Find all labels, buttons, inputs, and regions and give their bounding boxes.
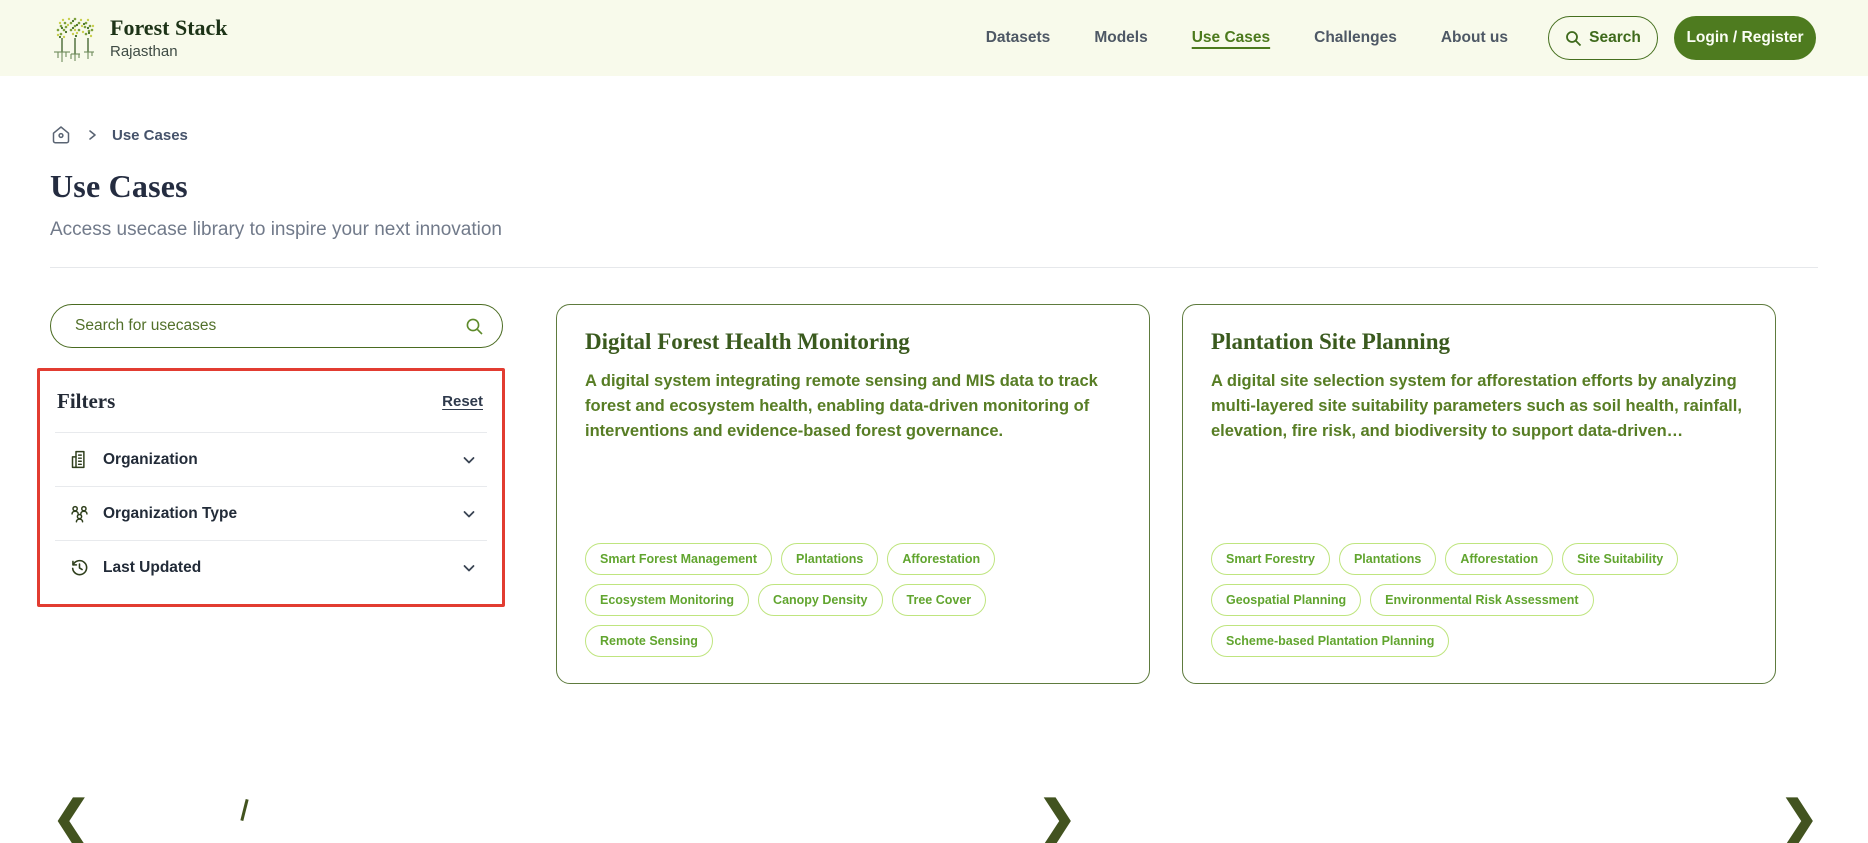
tag-pill[interactable]: Afforestation	[887, 543, 995, 575]
home-icon[interactable]	[50, 124, 72, 146]
search-icon	[1565, 30, 1582, 47]
org-type-icon	[69, 503, 90, 524]
login-register-label: Login / Register	[1686, 29, 1803, 47]
tag-pill[interactable]: Geospatial Planning	[1211, 584, 1361, 616]
tag-pill[interactable]: Canopy Density	[758, 584, 882, 616]
search-input-icon[interactable]	[465, 317, 484, 336]
brand-subtitle: Rajasthan	[110, 43, 228, 60]
nav-link-challenges[interactable]: Challenges	[1314, 29, 1397, 47]
section-divider	[50, 267, 1818, 268]
breadcrumb-chevron-icon	[86, 129, 98, 141]
breadcrumb: Use Cases	[50, 124, 1818, 146]
usecase-card-description: A digital site selection system for affo…	[1211, 369, 1747, 444]
nav-link-use-cases[interactable]: Use Cases	[1192, 29, 1270, 47]
filters-panel-highlighted: Filters Reset Organization Organization T…	[37, 368, 505, 607]
tag-pill[interactable]: Ecosystem Monitoring	[585, 584, 749, 616]
chevron-down-icon	[461, 452, 477, 468]
filter-accordion-organization[interactable]: Organization	[55, 433, 487, 487]
tag-pill[interactable]: Tree Cover	[892, 584, 987, 616]
tag-pill[interactable]: Scheme-based Plantation Planning	[1211, 625, 1449, 657]
usecase-card[interactable]: Plantation Site Planning A digital site s…	[1182, 304, 1776, 684]
filter-label: Last Updated	[103, 559, 448, 577]
usecase-card[interactable]: Digital Forest Health Monitoring A digita…	[556, 304, 1150, 684]
usecase-search-input[interactable]	[75, 317, 465, 335]
forest-stack-logo-icon	[52, 12, 98, 64]
usecase-card-description: A digital system integrating remote sens…	[585, 369, 1121, 444]
tag-pill[interactable]: Environmental Risk Assessment	[1370, 584, 1593, 616]
carousel-next-arrow-partial[interactable]	[240, 799, 248, 821]
nav-link-models[interactable]: Models	[1094, 29, 1147, 47]
nav-link-datasets[interactable]: Datasets	[986, 29, 1051, 47]
filter-sidebar: Filters Reset Organization Organization T…	[50, 304, 508, 684]
filters-list: Organization Organization Type Last Update…	[55, 432, 487, 594]
filter-accordion-organization-type[interactable]: Organization Type	[55, 487, 487, 541]
chevron-down-icon	[461, 506, 477, 522]
main-nav: Datasets Models Use Cases Challenges About u…	[986, 29, 1508, 47]
chevron-down-icon	[461, 560, 477, 576]
usecase-cards: Digital Forest Health Monitoring A digita…	[556, 304, 1776, 684]
carousel-prev-arrow[interactable]: ❮	[52, 794, 91, 840]
filter-accordion-last-updated[interactable]: Last Updated	[55, 541, 487, 594]
breadcrumb-current[interactable]: Use Cases	[112, 127, 188, 144]
filter-label: Organization	[103, 451, 448, 469]
building-icon	[69, 449, 90, 470]
tag-pill[interactable]: Smart Forest Management	[585, 543, 772, 575]
nav-link-about-us[interactable]: About us	[1441, 29, 1508, 47]
filters-reset-button[interactable]: Reset	[442, 393, 483, 410]
brand-title: Forest Stack	[110, 16, 228, 40]
usecase-card-tags: Smart Forestry Plantations Afforestation Si…	[1211, 543, 1747, 657]
usecase-card-title: Digital Forest Health Monitoring	[585, 329, 1121, 355]
tag-pill[interactable]: Smart Forestry	[1211, 543, 1330, 575]
history-icon	[69, 557, 90, 578]
main-content: Use Cases Use Cases Access usecase libra…	[0, 124, 1868, 684]
usecase-card-tags: Smart Forest Management Plantations Affore…	[585, 543, 1121, 657]
brand-logo[interactable]: Forest Stack Rajasthan	[52, 12, 228, 64]
filter-label: Organization Type	[103, 505, 448, 523]
tag-pill[interactable]: Afforestation	[1445, 543, 1553, 575]
tag-pill[interactable]: Remote Sensing	[585, 625, 713, 657]
tag-pill[interactable]: Plantations	[781, 543, 878, 575]
usecase-card-title: Plantation Site Planning	[1211, 329, 1747, 355]
carousel-next-arrow-2[interactable]: ❯	[1780, 794, 1819, 840]
carousel-next-arrow[interactable]: ❯	[1038, 794, 1077, 840]
search-button[interactable]: Search	[1548, 16, 1658, 60]
page-subtitle: Access usecase library to inspire your n…	[50, 219, 1818, 241]
filters-title: Filters	[57, 389, 115, 414]
page-title: Use Cases	[50, 168, 1818, 205]
usecase-search-field[interactable]	[50, 304, 503, 348]
top-navbar: Forest Stack Rajasthan Datasets Models Use…	[0, 0, 1868, 76]
tag-pill[interactable]: Site Suitability	[1562, 543, 1678, 575]
tag-pill[interactable]: Plantations	[1339, 543, 1436, 575]
login-register-button[interactable]: Login / Register	[1674, 16, 1816, 60]
search-button-label: Search	[1589, 29, 1641, 47]
